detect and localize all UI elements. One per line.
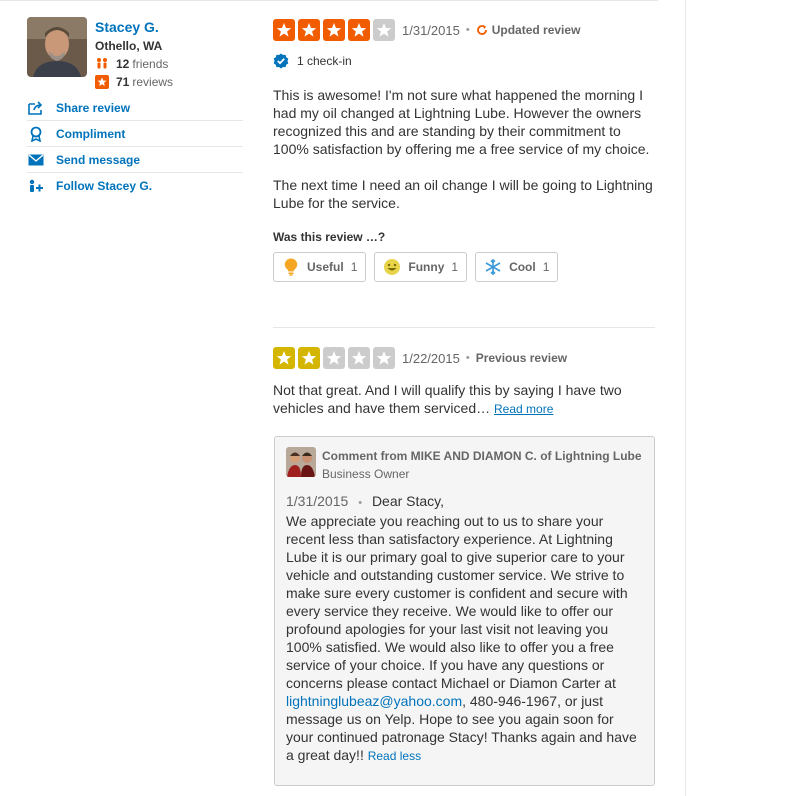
share-review-label: Share review [56, 100, 131, 115]
review-star-icon [95, 75, 109, 89]
friends-label: friends [132, 57, 169, 71]
checkin: 1 check-in [273, 52, 655, 70]
star-filled-icon [298, 347, 320, 369]
user-actions: Share review Compliment Send message Fol… [27, 95, 243, 199]
checkin-label: 1 check-in [297, 54, 352, 68]
right-divider [685, 0, 686, 796]
comment-body: 1/31/2015 • Dear Stacy, We appreciate yo… [286, 492, 643, 765]
smiley-icon [383, 258, 401, 276]
previous-star-rating [273, 347, 398, 369]
star-empty-icon [323, 347, 345, 369]
reviews-label: reviews [132, 75, 174, 89]
follow-user-label: Follow Stacey G. [56, 179, 153, 193]
read-more-link[interactable]: Read more [494, 402, 553, 416]
review-paragraph: This is awesome! I'm not sure what happe… [273, 87, 650, 157]
review-text: This is awesome! I'm not sure what happe… [273, 86, 655, 212]
review-separator [273, 327, 655, 328]
star-empty-icon [373, 347, 395, 369]
send-message-action[interactable]: Send message [27, 147, 243, 173]
star-filled-icon [273, 19, 295, 41]
updated-review-tag: Updated review [476, 23, 581, 37]
email-link[interactable]: lightninglubeaz@yahoo.com [286, 693, 462, 709]
useful-count: 1 [350, 260, 358, 274]
meta-separator: • [358, 497, 363, 509]
refresh-icon [476, 24, 488, 36]
friends-number: 12 [116, 57, 130, 71]
funny-count: 1 [451, 260, 459, 274]
top-divider [0, 0, 658, 1]
previous-review-date: 1/22/2015 [402, 350, 460, 366]
read-less-link[interactable]: Read less [368, 749, 421, 763]
star-rating [273, 19, 398, 41]
star-filled-icon [323, 19, 345, 41]
user-avatar[interactable] [27, 17, 87, 77]
funny-label: Funny [408, 260, 445, 274]
send-message-label: Send message [56, 152, 141, 167]
comment-role: Business Owner [322, 467, 410, 481]
user-name-link[interactable]: Stacey G. [95, 17, 243, 37]
friends-icon [95, 57, 109, 71]
follow-icon [27, 178, 45, 194]
compliment-icon [27, 126, 45, 142]
comment-greeting: Dear Stacy, [371, 493, 445, 509]
review-date: 1/31/2015 [402, 22, 460, 38]
snowflake-icon [484, 258, 502, 276]
owner-avatar[interactable] [286, 447, 316, 477]
previous-review-text: Not that great. And I will qualify this … [273, 381, 655, 418]
comment-text: We appreciate you reaching out to us to … [286, 513, 628, 691]
user-location: Othello, WA [95, 39, 163, 53]
previous-review-tag: Previous review [475, 351, 568, 365]
previous-review-meta: 1/22/2015 • Previous review [273, 346, 655, 370]
business-owner-comment: Comment from MIKE AND DIAMON C. of Light… [274, 436, 655, 786]
star-filled-icon [298, 19, 320, 41]
share-review-action[interactable]: Share review [27, 95, 243, 121]
updated-review-label: Updated review [491, 23, 581, 37]
previous-review: 1/22/2015 • Previous review Not that gre… [273, 346, 655, 418]
compliment-label: Compliment [56, 126, 126, 141]
reviews-number: 71 [116, 75, 130, 89]
comment-date: 1/31/2015 [286, 493, 349, 509]
friends-count: 12 friends [95, 55, 243, 73]
checkin-check-icon [273, 53, 289, 69]
star-empty-icon [348, 347, 370, 369]
comment-title: Comment from MIKE AND DIAMON C. of Light… [322, 449, 642, 463]
message-icon [27, 152, 45, 168]
star-empty-icon [373, 19, 395, 41]
meta-separator: • [465, 24, 470, 36]
share-icon [27, 100, 45, 116]
star-filled-icon [348, 19, 370, 41]
vote-buttons: Useful 1 Funny 1 Cool 1 [273, 252, 655, 282]
previous-review-excerpt: Not that great. And I will qualify this … [273, 382, 622, 416]
review-paragraph: The next time I need an oil change I wil… [273, 177, 653, 211]
follow-user-action[interactable]: Follow Stacey G. [27, 173, 243, 199]
useful-label: Useful [307, 260, 344, 274]
meta-separator: • [465, 352, 470, 364]
reviews-count: 71 reviews [95, 73, 243, 91]
lightbulb-icon [282, 258, 300, 276]
updated-review: 1/31/2015 • Updated review 1 check-in Th… [273, 18, 655, 282]
cool-count: 1 [542, 260, 550, 274]
useful-button[interactable]: Useful 1 [273, 252, 367, 282]
compliment-action[interactable]: Compliment [27, 121, 243, 147]
cool-button[interactable]: Cool 1 [475, 252, 559, 282]
review-meta: 1/31/2015 • Updated review [273, 18, 655, 42]
was-this-review-label: Was this review …? [273, 230, 386, 244]
star-filled-icon [273, 347, 295, 369]
funny-button[interactable]: Funny 1 [374, 252, 468, 282]
cool-label: Cool [509, 260, 536, 274]
